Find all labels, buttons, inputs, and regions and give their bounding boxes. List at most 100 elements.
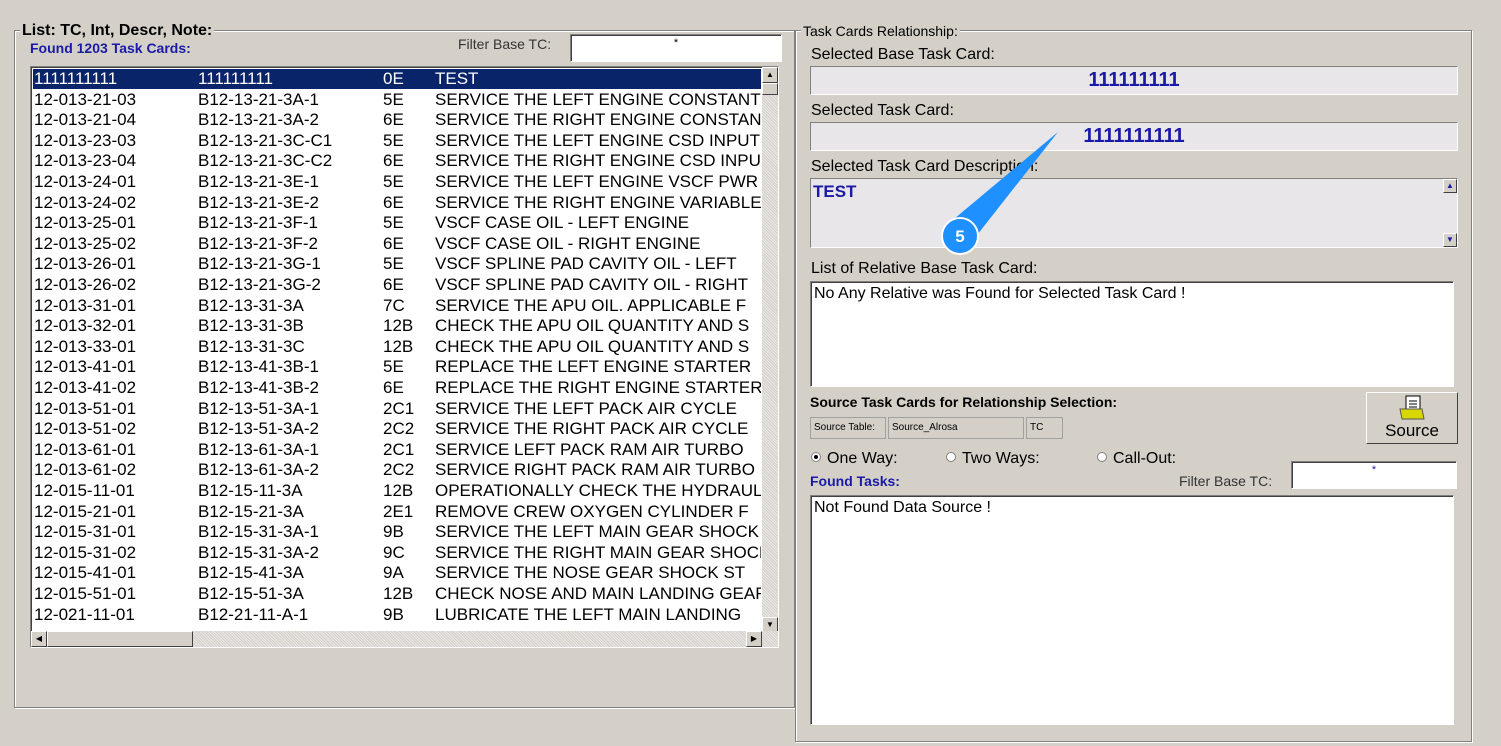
task-card-list[interactable]: 1111111111 111111111 0E TEST 12-013-21-03 B12…: [30, 66, 779, 648]
int-cell: B12-13-61-3A-2: [198, 460, 319, 480]
code-cell: 5E: [383, 213, 404, 233]
list-group-title: List: TC, Int, Descr, Note:: [20, 22, 215, 40]
tasks-filter-input[interactable]: *: [1291, 461, 1457, 489]
relative-text: No Any Relative was Found for Selected T…: [814, 285, 1186, 302]
desc-text: TEST: [813, 182, 857, 201]
tc-cell: 12-013-24-02: [34, 192, 137, 212]
table-row[interactable]: 12-013-24-01 B12-13-21-3E-1 5E SERVICE THE …: [33, 172, 761, 192]
code-cell: 9A: [383, 563, 404, 583]
descr-cell: SERVICE THE RIGHT ENGINE VARIABLE: [435, 192, 761, 212]
source-button-label: Source: [1385, 421, 1439, 440]
vertical-scrollbar[interactable]: ▲ ▼: [762, 67, 778, 633]
tc-cell: 12-013-23-04: [34, 151, 137, 171]
tc-cell: 12-015-41-01: [34, 563, 137, 583]
table-row[interactable]: 12-013-61-02 B12-13-61-3A-2 2C2 SERVICE RIG…: [33, 460, 761, 480]
desc-scroll-up[interactable]: ▲: [1443, 179, 1457, 193]
code-cell: 12B: [383, 481, 414, 500]
desc-scroll-down[interactable]: ▼: [1443, 233, 1457, 247]
tc-cell: 12-013-21-03: [34, 89, 137, 109]
descr-cell: SERVICE THE RIGHT MAIN GEAR SHOCK: [435, 542, 761, 562]
table-row[interactable]: 12-013-41-02 B12-13-41-3B-2 6E REPLACE THE …: [33, 378, 761, 398]
code-cell: 6E: [383, 378, 404, 397]
table-row[interactable]: 12-021-11-01 B12-21-11-A-1 9B LUBRICATE THE…: [33, 605, 761, 625]
table-row[interactable]: 12-013-26-02 B12-13-21-3G-2 6E VSCF SPLINE …: [33, 275, 761, 295]
table-row[interactable]: 12-015-31-01 B12-15-31-3A-1 9B SERVICE THE …: [33, 522, 761, 542]
filter-input[interactable]: *: [570, 34, 782, 62]
radio-one-way[interactable]: One Way:: [811, 450, 898, 468]
table-row[interactable]: 12-013-33-01 B12-13-31-3C 12B CHECK THE APU…: [33, 337, 761, 357]
tc-cell: 12-013-41-01: [34, 357, 137, 377]
scroll-left-button[interactable]: ◀: [31, 631, 47, 647]
tc-cell: 12-013-61-02: [34, 460, 137, 480]
table-row[interactable]: 12-013-23-04 B12-13-21-3C-C2 6E SERVICE THE…: [33, 151, 761, 171]
code-cell: 2C1: [383, 439, 415, 459]
table-row[interactable]: 12-013-31-01 B12-13-31-3A 7C SERVICE THE AP…: [33, 296, 761, 316]
int-cell: B12-13-31-3B: [198, 316, 304, 336]
tc-cell: 12-013-21-04: [34, 110, 137, 130]
descr-cell: OPERATIONALLY CHECK THE HYDRAULIC: [435, 481, 761, 500]
table-row[interactable]: 12-013-41-01 B12-13-41-3B-1 5E REPLACE THE …: [33, 357, 761, 377]
code-cell: 9C: [383, 542, 405, 562]
descr-cell: SERVICE THE LEFT ENGINE VSCF PWR: [435, 172, 759, 191]
hscroll-thumb[interactable]: [47, 631, 193, 647]
horizontal-scrollbar[interactable]: ◀ ▶: [31, 631, 778, 647]
table-row[interactable]: 12-013-25-02 B12-13-21-3F-2 6E VSCF CASE OI…: [33, 234, 761, 254]
int-cell: B12-15-51-3A: [198, 584, 304, 603]
table-row[interactable]: 12-015-21-01 B12-15-21-3A 2E1 REMOVE CREW O…: [33, 502, 761, 522]
descr-cell: SERVICE THE LEFT PACK AIR CYCLE: [435, 398, 738, 418]
table-row[interactable]: 12-015-11-01 B12-15-11-3A 12B OPERATIONALLY…: [33, 481, 761, 501]
table-row[interactable]: 12-013-51-01 B12-13-51-3A-1 2C1 SERVICE THE…: [33, 399, 761, 419]
descr-cell: CHECK NOSE AND MAIN LANDING GEAR: [435, 584, 761, 603]
tc-cell: 12-013-24-01: [34, 172, 137, 191]
table-row[interactable]: 1111111111 111111111 0E TEST: [33, 69, 761, 89]
found-tasks-list[interactable]: Not Found Data Source !: [810, 495, 1454, 725]
radio-call-out[interactable]: Call-Out:: [1097, 450, 1176, 468]
scroll-up-button[interactable]: ▲: [762, 67, 778, 83]
int-cell: B12-13-21-3A-1: [198, 89, 319, 109]
table-row[interactable]: 12-015-31-02 B12-15-31-3A-2 9C SERVICE THE …: [33, 543, 761, 563]
relative-list[interactable]: No Any Relative was Found for Selected T…: [810, 281, 1454, 387]
descr-cell: LUBRICATE THE LEFT MAIN LANDING: [435, 604, 742, 624]
relationship-group-title: Task Cards Relationship:: [801, 23, 960, 39]
tc-value: 1111111111: [810, 122, 1458, 151]
int-cell: B12-13-21-3F-1: [198, 213, 319, 233]
int-cell: B12-13-31-3A: [198, 295, 304, 315]
descr-cell: REMOVE CREW OXYGEN CYLINDER F: [435, 501, 749, 521]
code-cell: 12B: [383, 316, 414, 336]
table-row[interactable]: 12-013-26-01 B12-13-21-3G-1 5E VSCF SPLINE …: [33, 254, 761, 274]
descr-cell: REPLACE THE RIGHT ENGINE STARTER: [435, 378, 761, 397]
tc-cell: 12-013-41-02: [34, 378, 137, 397]
radio-two-ways[interactable]: Two Ways:: [946, 450, 1040, 468]
descr-cell: SERVICE THE NOSE GEAR SHOCK ST: [435, 563, 746, 583]
table-row[interactable]: 12-013-51-02 B12-13-51-3A-2 2C2 SERVICE THE…: [33, 419, 761, 439]
table-row[interactable]: 12-013-32-01 B12-13-31-3B 12B CHECK THE APU…: [33, 316, 761, 336]
table-row[interactable]: 12-013-24-02 B12-13-21-3E-2 6E SERVICE THE …: [33, 193, 761, 213]
descr-cell: CHECK THE APU OIL QUANTITY AND S: [435, 336, 750, 356]
tc-cell: 12-015-51-01: [34, 584, 137, 603]
int-cell: B12-13-21-3F-2: [198, 233, 319, 253]
descr-cell: SERVICE THE LEFT ENGINE CSD INPUT: [435, 130, 760, 150]
filter-label: Filter Base TC:: [458, 36, 552, 52]
source-button[interactable]: Source: [1366, 392, 1458, 444]
desc-textarea[interactable]: TEST ▲ ▼: [810, 178, 1458, 248]
int-cell: B12-13-21-3A-2: [198, 110, 319, 130]
code-cell: 6E: [383, 275, 404, 294]
descr-cell: SERVICE RIGHT PACK RAM AIR TURBO: [435, 460, 755, 480]
table-row[interactable]: 12-015-41-01 B12-15-41-3A 9A SERVICE THE NO…: [33, 563, 761, 583]
scroll-right-button[interactable]: ▶: [746, 631, 762, 647]
table-row[interactable]: 12-013-23-03 B12-13-21-3C-C1 5E SERVICE THE…: [33, 131, 761, 151]
table-row[interactable]: 12-013-21-03 B12-13-21-3A-1 5E SERVICE THE …: [33, 90, 761, 110]
tc-cell: 12-013-33-01: [34, 336, 137, 356]
int-cell: B12-15-21-3A: [198, 501, 304, 521]
code-cell: 5E: [383, 172, 404, 191]
scroll-thumb[interactable]: [762, 83, 778, 95]
table-row[interactable]: 12-013-25-01 B12-13-21-3F-1 5E VSCF CASE OI…: [33, 213, 761, 233]
table-row[interactable]: 12-013-21-04 B12-13-21-3A-2 6E SERVICE THE …: [33, 110, 761, 130]
table-row[interactable]: 12-015-51-01 B12-15-51-3A 12B CHECK NOSE AN…: [33, 584, 761, 604]
tc-cell: 12-013-51-01: [34, 398, 137, 418]
found-count: Found 1203 Task Cards:: [30, 40, 191, 56]
radio-icon: [1097, 452, 1107, 462]
descr-cell: SERVICE THE RIGHT ENGINE CONSTANT: [435, 110, 761, 130]
tc-cell: 12-013-26-02: [34, 275, 137, 294]
table-row[interactable]: 12-013-61-01 B12-13-61-3A-1 2C1 SERVICE LEF…: [33, 440, 761, 460]
